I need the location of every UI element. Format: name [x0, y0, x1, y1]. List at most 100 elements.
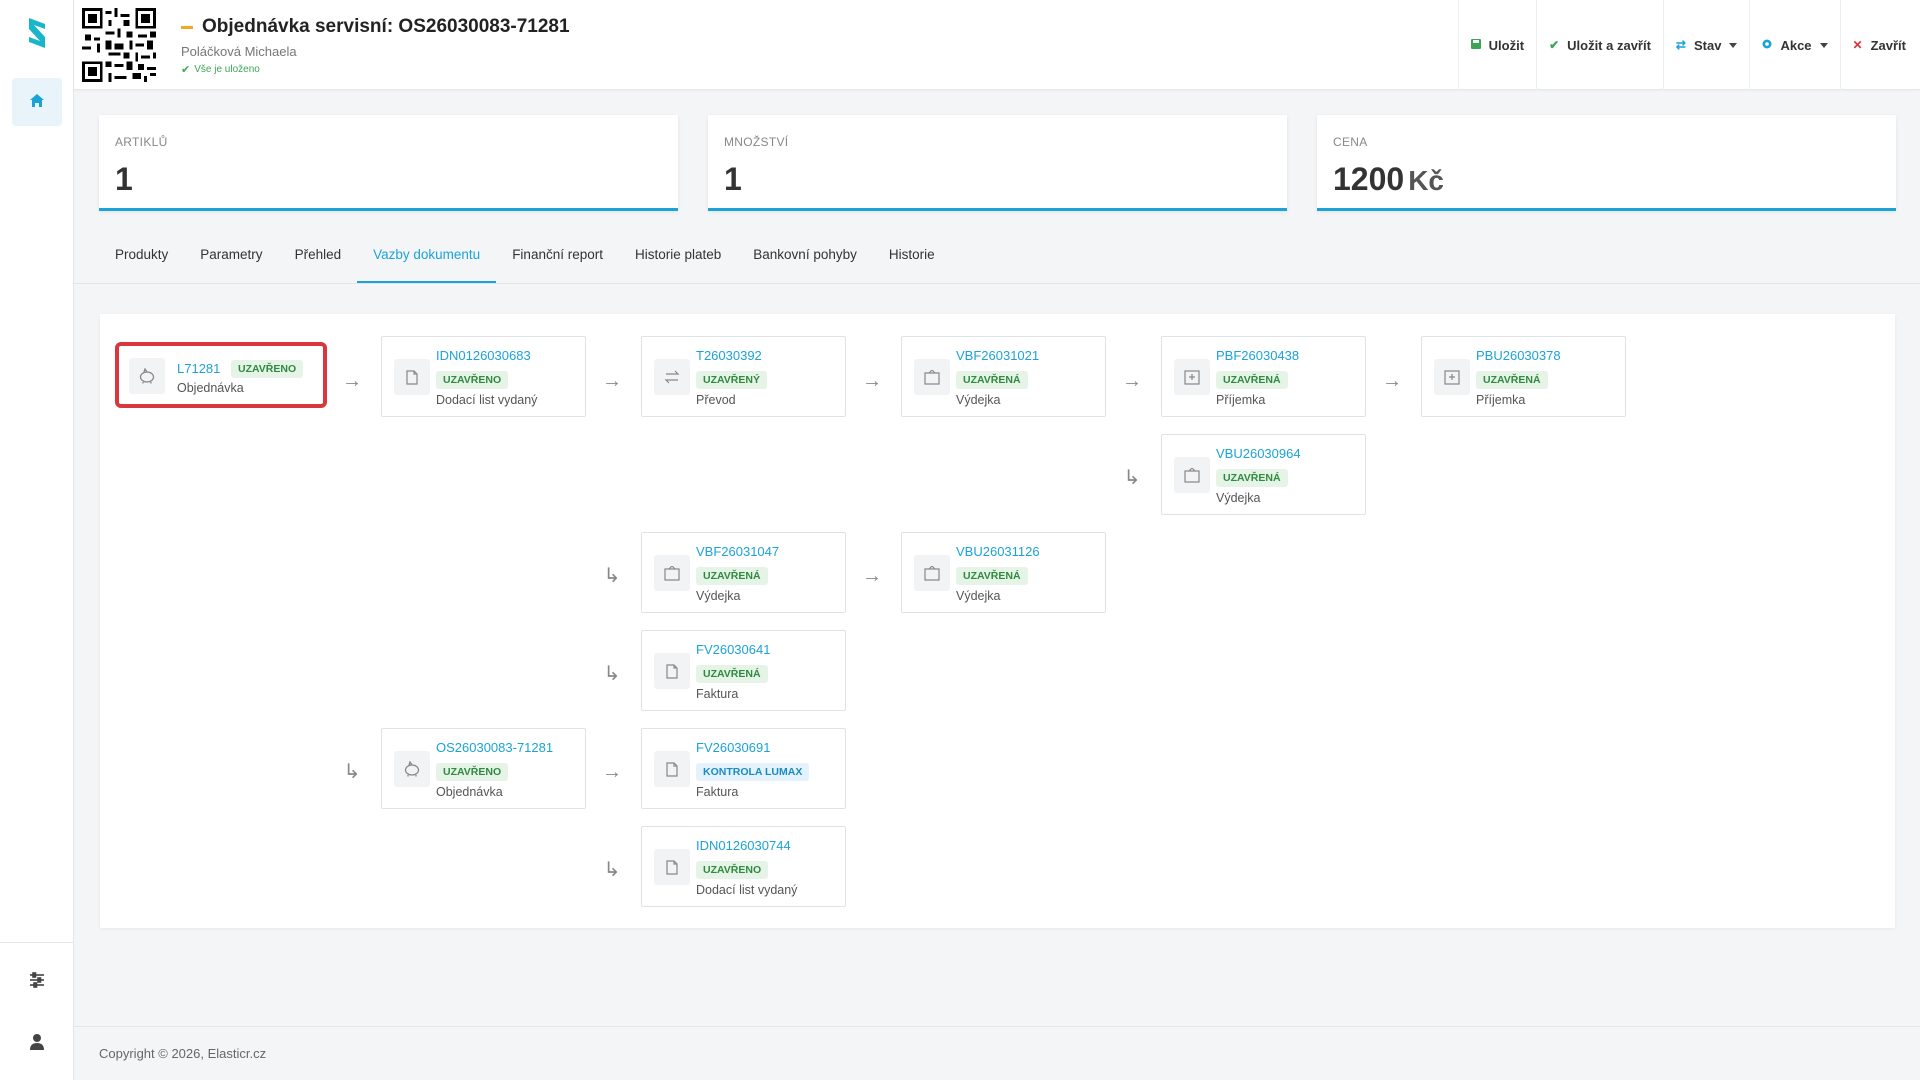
user-icon — [29, 1033, 45, 1054]
piggy-bank-icon — [129, 358, 165, 394]
stat-unit: Kč — [1408, 165, 1444, 196]
doc-node[interactable]: FV26030691 KONTROLA LUMAX Faktura — [641, 728, 846, 809]
check-icon: ✔ — [181, 64, 191, 76]
document-icon — [654, 751, 690, 787]
doc-code[interactable]: IDN0126030683 — [436, 348, 531, 363]
footer-divider — [74, 1026, 1920, 1027]
tabs: Produkty Parametry Přehled Vazby dokumen… — [99, 240, 951, 284]
arrow-branch-icon: ↳ — [343, 761, 361, 783]
tab-prehled[interactable]: Přehled — [279, 240, 358, 284]
stat-value: 1200 Kč — [1333, 161, 1444, 198]
tab-vazby-dokumentu[interactable]: Vazby dokumentu — [357, 240, 497, 284]
doc-type: Výdejka — [696, 589, 741, 603]
arrow-right-icon: → — [862, 565, 882, 587]
doc-code[interactable]: VBU26031126 — [956, 544, 1040, 559]
doc-type: Převod — [696, 393, 736, 407]
doc-code[interactable]: L71281 — [177, 361, 220, 376]
status-indicator — [181, 25, 193, 29]
stat-value: 1 — [115, 161, 133, 198]
doc-node[interactable]: VBU26031126 UZAVŘENÁ Výdejka — [901, 532, 1106, 613]
doc-node[interactable]: OS26030083-71281 UZAVŘENO Objednávka — [381, 728, 586, 809]
arrow-branch-icon: ↳ — [603, 859, 621, 881]
doc-node[interactable]: IDN0126030683 UZAVŘENO Dodací list vydan… — [381, 336, 586, 417]
qr-code — [82, 8, 156, 82]
box-out-icon — [914, 359, 950, 395]
doc-code[interactable]: PBF26030438 — [1216, 348, 1299, 363]
status-badge: UZAVŘENO — [231, 360, 304, 378]
doc-type: Výdejka — [956, 393, 1001, 407]
arrow-branch-icon: ↳ — [603, 565, 621, 587]
tab-bankovni-pohyby[interactable]: Bankovní pohyby — [737, 240, 873, 284]
tabs-divider — [74, 283, 1920, 284]
arrow-branch-icon: ↳ — [1123, 467, 1141, 489]
stat-number: 1 — [115, 161, 133, 197]
doc-node[interactable]: VBF26031047 UZAVŘENÁ Výdejka — [641, 532, 846, 613]
user-name: Poláčková Michaela — [181, 44, 297, 59]
doc-code[interactable]: FV26030641 — [696, 642, 770, 657]
stat-label: Cena — [1333, 135, 1368, 149]
swap-icon: ⇄ — [1675, 38, 1686, 52]
box-in-icon — [1434, 359, 1470, 395]
status-badge: UZAVŘENÁ — [1476, 371, 1548, 389]
sidebar — [0, 0, 74, 1080]
stat-label: Artiklů — [115, 135, 168, 149]
page-title: Objednávka servisní: OS26030083-71281 — [202, 16, 570, 37]
status-badge: UZAVŘENÁ — [956, 567, 1028, 585]
tab-historie[interactable]: Historie — [873, 240, 951, 284]
stat-value: 1 — [724, 161, 742, 198]
arrow-right-icon: → — [602, 761, 622, 783]
document-relations-panel: L71281 UZAVŘENO Objednávka → IDN01260306… — [100, 314, 1895, 928]
stat-card-price: Cena 1200 Kč — [1317, 115, 1896, 211]
arrow-right-icon: → — [862, 370, 882, 392]
tab-financni-report[interactable]: Finanční report — [496, 240, 619, 284]
doc-node[interactable]: PBF26030438 UZAVŘENÁ Příjemka — [1161, 336, 1366, 417]
save-label: Uložit — [1488, 37, 1525, 53]
save-button[interactable]: Uložit — [1457, 0, 1536, 90]
status-badge: UZAVŘENO — [436, 371, 509, 389]
status-badge: UZAVŘENÁ — [696, 665, 768, 683]
caret-down-icon — [1819, 42, 1828, 48]
doc-code[interactable]: VBF26031047 — [696, 544, 779, 559]
doc-node[interactable]: VBF26031021 UZAVŘENÁ Výdejka — [901, 336, 1106, 417]
doc-code[interactable]: OS26030083-71281 — [436, 740, 553, 755]
actions-dropdown[interactable]: Akce — [1749, 0, 1839, 90]
doc-code[interactable]: FV26030691 — [696, 740, 770, 755]
sidebar-item-home[interactable] — [12, 78, 62, 126]
state-dropdown[interactable]: ⇄ Stav — [1662, 0, 1750, 90]
sidebar-item-user[interactable] — [24, 1030, 50, 1056]
save-close-button[interactable]: ✔ Uložit a zavřít — [1536, 0, 1663, 90]
status-badge: KONTROLA LUMAX — [696, 763, 810, 781]
doc-node-root[interactable]: L71281 UZAVŘENO Objednávka — [115, 342, 327, 408]
doc-node[interactable]: VBU26030964 UZAVŘENÁ Výdejka — [1161, 434, 1366, 515]
tab-produkty[interactable]: Produkty — [99, 240, 184, 284]
status-badge: UZAVŘENO — [436, 763, 509, 781]
doc-type: Objednávka — [436, 785, 503, 799]
doc-node[interactable]: T26030392 UZAVŘENÝ Převod — [641, 336, 846, 417]
doc-code[interactable]: VBU26030964 — [1216, 446, 1301, 461]
doc-type: Objednávka — [177, 381, 244, 395]
caret-down-icon — [1729, 42, 1738, 48]
document-icon — [654, 849, 690, 885]
box-out-icon — [914, 555, 950, 591]
logo[interactable] — [25, 15, 49, 51]
tab-historie-plateb[interactable]: Historie plateb — [619, 240, 737, 284]
doc-type: Faktura — [696, 785, 739, 799]
doc-node[interactable]: FV26030641 UZAVŘENÁ Faktura — [641, 630, 846, 711]
doc-node[interactable]: PBU26030378 UZAVŘENÁ Příjemka — [1421, 336, 1626, 417]
doc-type: Faktura — [696, 687, 739, 701]
floppy-icon — [1470, 38, 1481, 52]
doc-code[interactable]: VBF26031021 — [956, 348, 1039, 363]
home-icon — [29, 93, 45, 112]
saved-status: ✔ Vše je uloženo — [181, 63, 570, 76]
stat-label: Množství — [724, 135, 789, 149]
doc-node[interactable]: IDN0126030744 UZAVŘENO Dodací list vydan… — [641, 826, 846, 907]
doc-code[interactable]: PBU26030378 — [1476, 348, 1561, 363]
actions-label: Akce — [1780, 37, 1812, 53]
arrow-right-icon: → — [1122, 370, 1142, 392]
sidebar-item-settings[interactable] — [24, 968, 50, 994]
tab-parametry[interactable]: Parametry — [184, 240, 278, 284]
saved-status-label: Vše je uloženo — [194, 64, 260, 75]
doc-code[interactable]: IDN0126030744 — [696, 838, 791, 853]
close-button[interactable]: ✕ Zavřít — [1839, 0, 1920, 90]
doc-code[interactable]: T26030392 — [696, 348, 762, 363]
